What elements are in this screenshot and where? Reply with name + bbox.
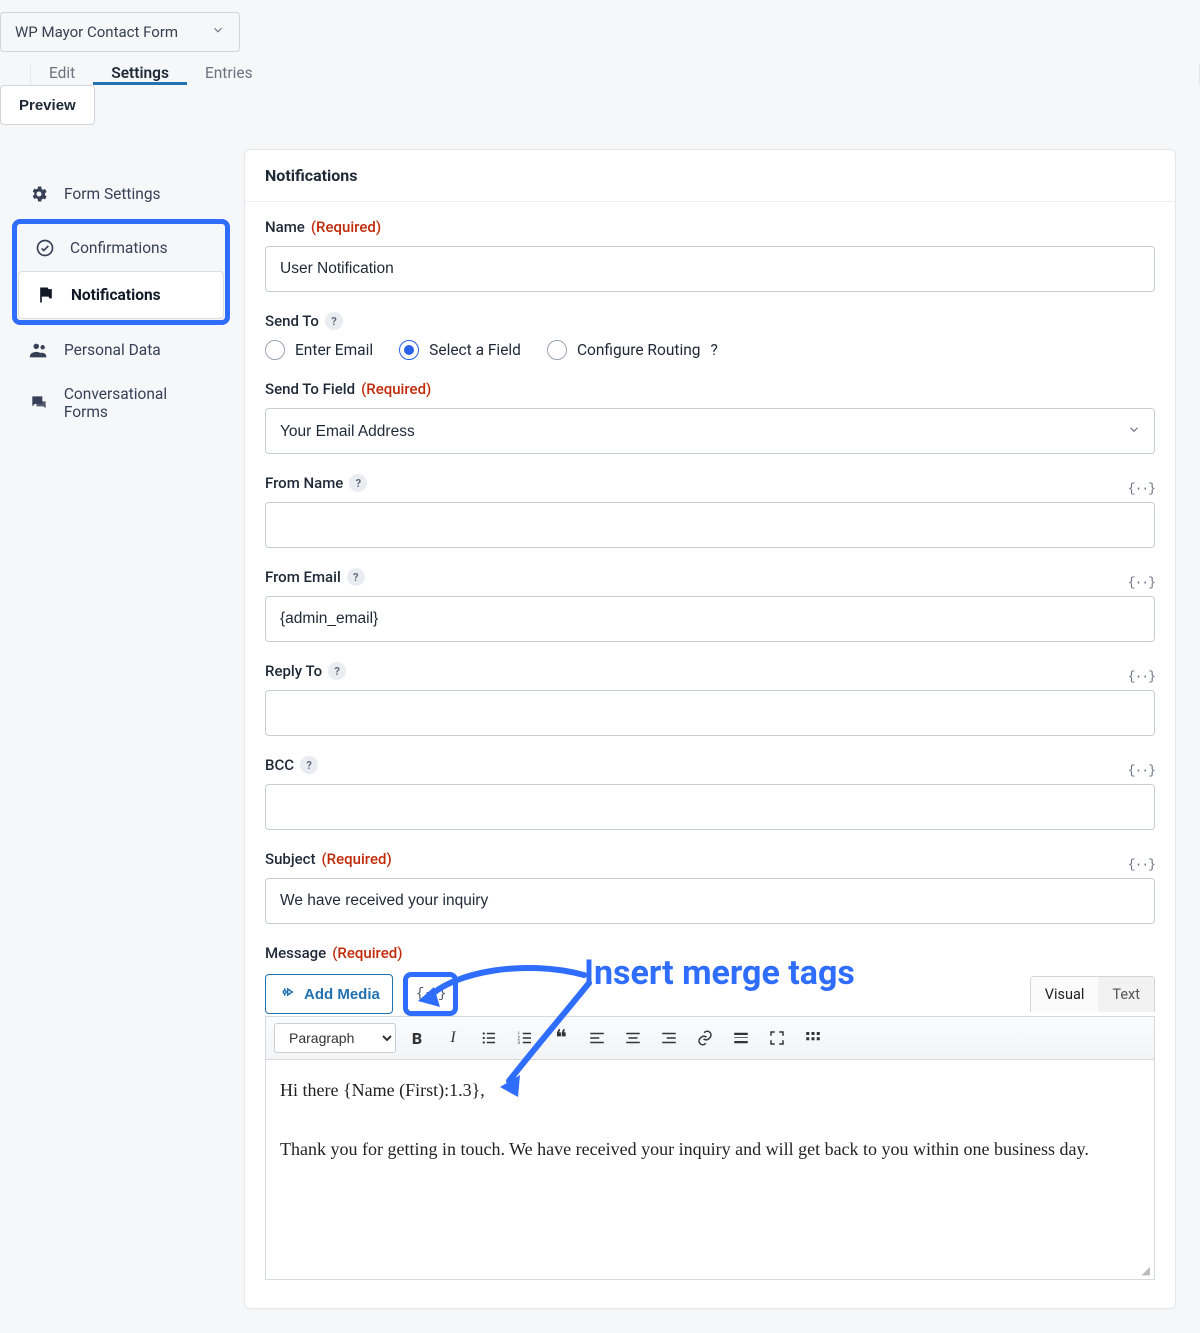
format-dropdown[interactable]: Paragraph bbox=[274, 1023, 396, 1053]
align-center-button[interactable] bbox=[618, 1023, 648, 1053]
tab-entries[interactable]: Entries bbox=[187, 64, 271, 85]
merge-tags-icon[interactable]: {··} bbox=[1128, 857, 1155, 872]
radio-enter-email[interactable]: Enter Email bbox=[265, 340, 373, 360]
chevron-down-icon bbox=[211, 23, 225, 41]
align-left-button[interactable] bbox=[582, 1023, 612, 1053]
send-to-label: Send To bbox=[265, 312, 319, 330]
resize-grip-icon[interactable]: ◢ bbox=[1142, 1267, 1150, 1275]
toolbar-toggle-button[interactable] bbox=[798, 1023, 828, 1053]
read-more-button[interactable] bbox=[726, 1023, 756, 1053]
sidebar-item-label: Conversational Forms bbox=[64, 385, 214, 421]
required-marker: (Required) bbox=[311, 218, 381, 236]
notifications-panel: Notifications Name (Required) Send To ? bbox=[244, 149, 1176, 1309]
panel-heading: Notifications bbox=[245, 150, 1175, 202]
sidebar-item-confirmations[interactable]: Confirmations bbox=[18, 225, 224, 271]
from-email-label: From Email bbox=[265, 568, 341, 586]
merge-tags-icon[interactable]: {··} bbox=[1128, 669, 1155, 684]
link-button[interactable] bbox=[690, 1023, 720, 1053]
bcc-input[interactable] bbox=[265, 784, 1155, 830]
radio-icon bbox=[265, 340, 285, 360]
align-right-button[interactable] bbox=[654, 1023, 684, 1053]
sidebar-item-personal-data[interactable]: Personal Data bbox=[12, 327, 230, 373]
preview-button[interactable]: Preview bbox=[0, 85, 95, 125]
subject-input[interactable] bbox=[265, 878, 1155, 924]
people-icon bbox=[28, 339, 50, 361]
required-marker: (Required) bbox=[361, 380, 431, 398]
topbar: WP Mayor Contact Form Edit Settings Entr… bbox=[0, 0, 1200, 125]
help-icon[interactable]: ? bbox=[325, 312, 343, 330]
svg-text:3: 3 bbox=[518, 1040, 521, 1046]
message-editor[interactable]: Hi there {Name (First):1.3}, Thank you f… bbox=[265, 1060, 1155, 1280]
mode-tab-visual[interactable]: Visual bbox=[1031, 977, 1099, 1012]
reply-to-input[interactable] bbox=[265, 690, 1155, 736]
send-to-radio-group: Enter Email Select a Field Configure Rou… bbox=[265, 340, 1155, 360]
editor-toolbar: Paragraph B I 123 ❝ bbox=[265, 1016, 1155, 1060]
italic-button[interactable]: I bbox=[438, 1023, 468, 1053]
sidebar-item-label: Personal Data bbox=[64, 341, 161, 359]
tab-settings[interactable]: Settings bbox=[93, 64, 187, 85]
help-icon[interactable]: ? bbox=[328, 662, 346, 680]
flag-icon bbox=[35, 284, 57, 306]
settings-sidebar: Form Settings Confirmations Notification… bbox=[12, 149, 230, 433]
merge-tags-icon[interactable]: {··} bbox=[1128, 575, 1155, 590]
tab-edit[interactable]: Edit bbox=[31, 64, 93, 85]
radio-select-a-field[interactable]: Select a Field bbox=[399, 340, 521, 360]
form-selector-label: WP Mayor Contact Form bbox=[15, 23, 178, 41]
sidebar-item-form-settings[interactable]: Form Settings bbox=[12, 171, 230, 217]
merge-tags-icon[interactable]: {··} bbox=[1128, 481, 1155, 496]
mode-tab-text[interactable]: Text bbox=[1098, 977, 1154, 1012]
top-tabs: Edit Settings Entries bbox=[30, 64, 1200, 85]
form-selector-dropdown[interactable]: WP Mayor Contact Form bbox=[0, 12, 240, 52]
radio-icon bbox=[547, 340, 567, 360]
from-name-label: From Name bbox=[265, 474, 343, 492]
merge-tags-icon[interactable]: {··} bbox=[1128, 763, 1155, 778]
subject-label: Subject bbox=[265, 850, 315, 868]
name-label: Name bbox=[265, 218, 305, 236]
required-marker: (Required) bbox=[321, 850, 391, 868]
help-icon[interactable]: ? bbox=[300, 756, 318, 774]
radio-icon bbox=[399, 340, 419, 360]
required-marker: (Required) bbox=[332, 944, 402, 962]
notification-name-input[interactable] bbox=[265, 246, 1155, 292]
chat-icon bbox=[28, 392, 50, 414]
bcc-label: BCC bbox=[265, 756, 294, 774]
sidebar-item-conversational-forms[interactable]: Conversational Forms bbox=[12, 373, 230, 433]
insert-merge-tags-button[interactable]: {··} bbox=[403, 972, 459, 1016]
sidebar-item-label: Confirmations bbox=[70, 239, 168, 257]
from-name-input[interactable] bbox=[265, 502, 1155, 548]
editor-mode-tabs: Visual Text bbox=[1030, 976, 1155, 1012]
radio-configure-routing[interactable]: Configure Routing ? bbox=[547, 340, 718, 360]
fullscreen-button[interactable] bbox=[762, 1023, 792, 1053]
send-to-field-select[interactable]: Your Email Address bbox=[265, 408, 1155, 454]
help-icon[interactable]: ? bbox=[710, 341, 717, 359]
add-media-button[interactable]: Add Media bbox=[265, 974, 393, 1014]
send-to-field-label: Send To Field bbox=[265, 380, 355, 398]
bullet-list-button[interactable] bbox=[474, 1023, 504, 1053]
check-circle-icon bbox=[34, 237, 56, 259]
sidebar-item-label: Form Settings bbox=[64, 185, 161, 203]
help-icon[interactable]: ? bbox=[349, 474, 367, 492]
bold-button[interactable]: B bbox=[402, 1023, 432, 1053]
annotation-highlight-sidebar: Confirmations Notifications bbox=[12, 219, 230, 325]
gear-icon bbox=[28, 183, 50, 205]
media-icon bbox=[278, 983, 296, 1005]
reply-to-label: Reply To bbox=[265, 662, 322, 680]
sidebar-item-notifications[interactable]: Notifications bbox=[18, 271, 224, 319]
numbered-list-button[interactable]: 123 bbox=[510, 1023, 540, 1053]
help-icon[interactable]: ? bbox=[347, 568, 365, 586]
blockquote-button[interactable]: ❝ bbox=[546, 1023, 576, 1053]
sidebar-item-label: Notifications bbox=[71, 286, 161, 304]
message-label: Message bbox=[265, 944, 326, 962]
from-email-input[interactable] bbox=[265, 596, 1155, 642]
